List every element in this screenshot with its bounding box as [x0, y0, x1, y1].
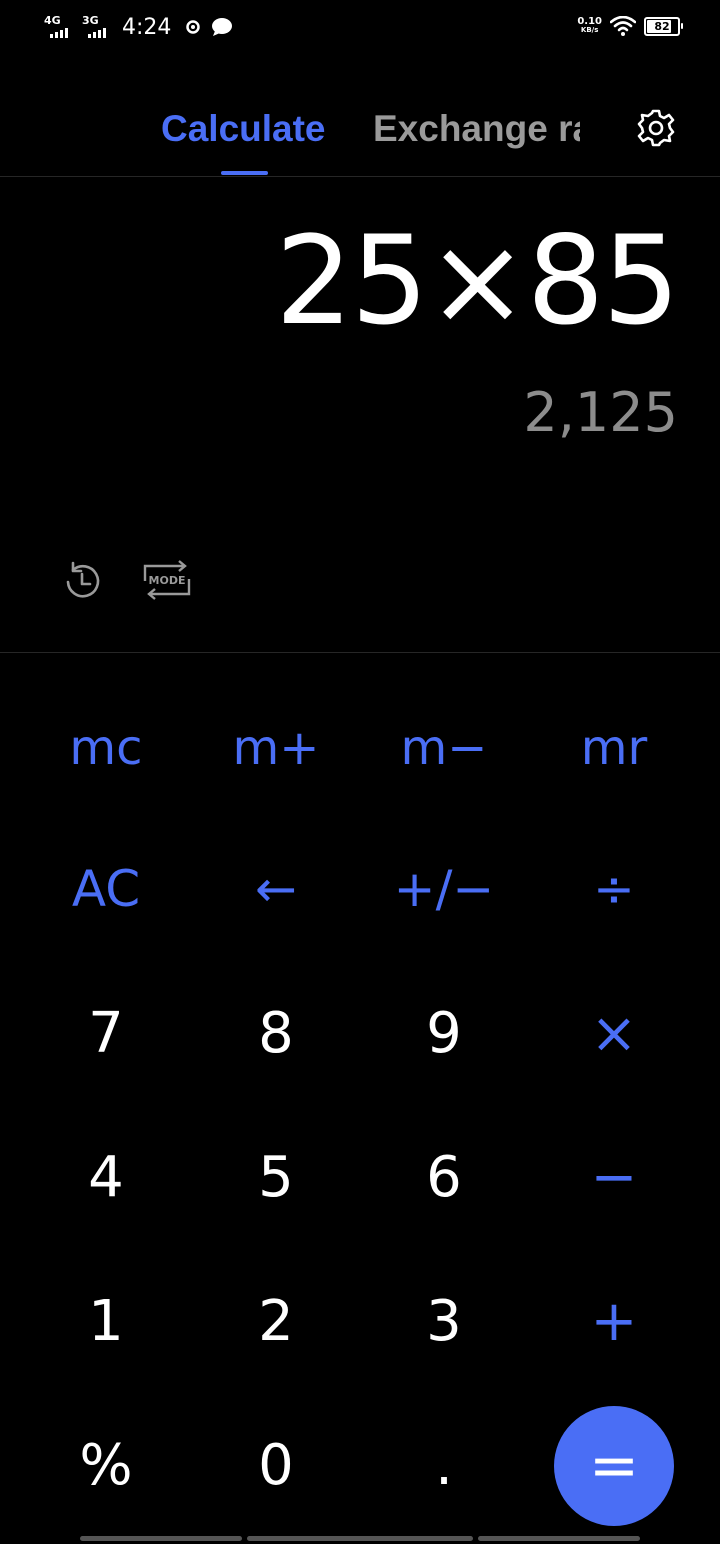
result-preview: 2,125 — [523, 381, 678, 444]
divide-button[interactable]: ÷ — [529, 834, 699, 944]
display-divider — [0, 652, 720, 653]
all-clear-button[interactable]: AC — [21, 834, 191, 944]
mr-button[interactable]: mr — [529, 693, 699, 803]
percent-button[interactable]: % — [21, 1410, 191, 1520]
plus-minus-button[interactable]: +/− — [359, 834, 529, 944]
signal-3g-icon: 3G — [82, 14, 114, 40]
decimal-point-button[interactable]: . — [359, 1410, 529, 1520]
mc-button[interactable]: mc — [21, 693, 191, 803]
digit-9-button[interactable]: 9 — [359, 978, 529, 1088]
history-icon[interactable] — [60, 559, 106, 605]
digit-0-button[interactable]: 0 — [191, 1410, 361, 1520]
tab-bar: Calculate Exchange rate — [0, 96, 720, 177]
multiply-button[interactable]: × — [529, 978, 699, 1088]
expression-display: 25×85 — [275, 210, 680, 352]
m-plus-button[interactable]: m+ — [191, 693, 361, 803]
digit-4-button[interactable]: 4 — [21, 1122, 191, 1232]
m-minus-button[interactable]: m− — [359, 693, 529, 803]
backspace-button[interactable]: ← — [191, 834, 361, 944]
tab-calculate[interactable]: Calculate — [161, 108, 326, 150]
notification-icons — [185, 17, 233, 37]
battery-icon: 82 — [644, 16, 683, 36]
active-tab-indicator — [221, 171, 268, 175]
digit-8-button[interactable]: 8 — [191, 978, 361, 1088]
network-type-label: 4G — [44, 14, 61, 27]
sync-notification-icon — [186, 20, 201, 34]
minus-button[interactable]: − — [529, 1122, 699, 1232]
tab-exchange-rate[interactable]: Exchange rate — [373, 108, 580, 154]
network-speed-value: 0.10 — [577, 16, 602, 27]
calculator-screen: 4G 3G 4:24 0.10 KB/s 82 Calculate Exchan… — [0, 0, 720, 1544]
network-speed-unit: KB/s — [580, 26, 599, 34]
digit-6-button[interactable]: 6 — [359, 1122, 529, 1232]
settings-gear-icon[interactable] — [636, 108, 676, 148]
status-bar-left: 4G 3G 4:24 — [44, 14, 233, 40]
chat-notification-icon — [212, 18, 233, 36]
nav-bar-segment — [80, 1536, 242, 1541]
equals-button[interactable]: = — [554, 1406, 674, 1526]
digit-1-button[interactable]: 1 — [21, 1266, 191, 1376]
home-indicator[interactable] — [247, 1536, 473, 1541]
status-bar-right: 0.10 KB/s 82 — [577, 16, 683, 36]
tab-exchange-rate-label: Exchange rate — [373, 108, 580, 149]
status-time: 4:24 — [122, 14, 172, 40]
mode-label: MODE — [149, 574, 186, 587]
wifi-icon — [610, 16, 636, 36]
digit-7-button[interactable]: 7 — [21, 978, 191, 1088]
plus-button[interactable]: + — [529, 1266, 699, 1376]
digit-2-button[interactable]: 2 — [191, 1266, 361, 1376]
status-bar: 4G 3G 4:24 0.10 KB/s 82 — [0, 0, 720, 56]
nav-bar-segment — [478, 1536, 640, 1541]
mode-switch-icon[interactable]: MODE — [143, 557, 191, 603]
network-type-label: 3G — [82, 14, 99, 27]
network-speed: 0.10 KB/s — [577, 17, 602, 35]
signal-4g-icon: 4G — [44, 14, 76, 40]
battery-level: 82 — [654, 19, 670, 33]
digit-5-button[interactable]: 5 — [191, 1122, 361, 1232]
digit-3-button[interactable]: 3 — [359, 1266, 529, 1376]
